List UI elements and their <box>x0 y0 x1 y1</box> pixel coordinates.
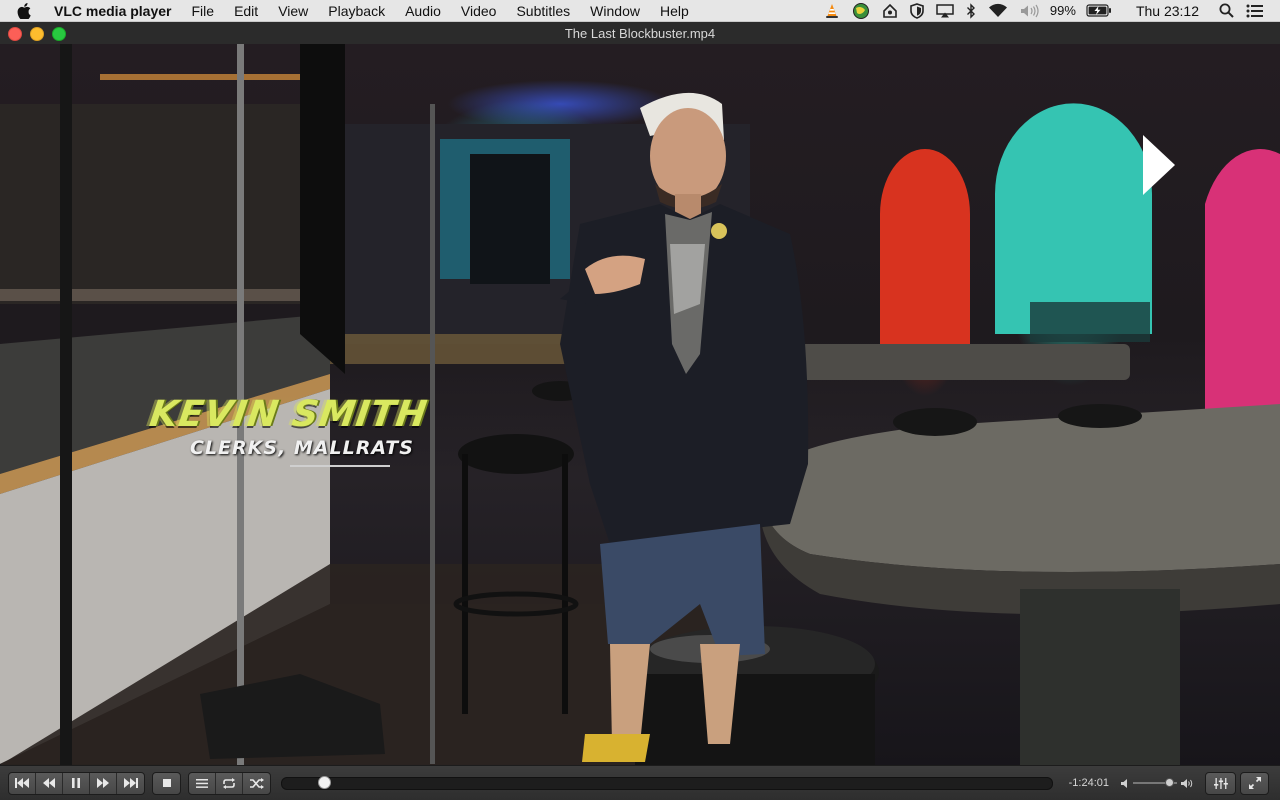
wifi-icon[interactable] <box>988 0 1008 22</box>
menu-playback[interactable]: Playback <box>318 0 395 22</box>
previous-icon <box>15 778 29 788</box>
menu-subtitles[interactable]: Subtitles <box>506 0 580 22</box>
battery-percent: 99% <box>1049 3 1076 18</box>
airplay-icon[interactable] <box>936 0 954 22</box>
menu-help[interactable]: Help <box>650 0 699 22</box>
equalizer-group <box>1205 771 1236 795</box>
volume-icon[interactable] <box>1020 0 1040 22</box>
menu-audio[interactable]: Audio <box>395 0 451 22</box>
lower-third-name: KEVIN SMITH <box>147 394 431 435</box>
menu-bar: VLC media player File Edit View Playback… <box>0 0 1280 22</box>
window-controls <box>8 27 74 41</box>
playback-controller: -1:24:01 <box>0 765 1280 800</box>
playlist-mode-buttons <box>188 771 271 795</box>
menubar-clock[interactable]: Thu 23:12 <box>1136 3 1199 19</box>
fullscreen-button[interactable] <box>1241 773 1268 794</box>
menu-edit[interactable]: Edit <box>224 0 268 22</box>
lower-third-credits: CLERKS, MALLRATS <box>190 437 414 459</box>
previous-button[interactable] <box>9 772 36 794</box>
notification-center-icon[interactable] <box>1246 0 1264 22</box>
stop-icon <box>162 779 171 787</box>
house-app-icon[interactable] <box>882 0 898 22</box>
pause-icon <box>72 778 80 788</box>
video-surface[interactable]: KEVIN SMITH CLERKS, MALLRATS <box>0 44 1280 765</box>
rewind-button[interactable] <box>36 772 63 794</box>
volume-up-icon[interactable] <box>1181 778 1193 788</box>
shuffle-icon <box>249 777 264 789</box>
play-triangle-icon <box>1143 135 1175 195</box>
playlist-icon <box>196 778 208 788</box>
menu-file[interactable]: File <box>182 0 225 22</box>
spotlight-search-icon[interactable] <box>1219 0 1234 22</box>
seek-knob[interactable] <box>318 775 331 789</box>
stop-button[interactable] <box>153 773 180 794</box>
menu-view[interactable]: View <box>268 0 318 22</box>
close-window-button[interactable] <box>8 27 22 41</box>
playlist-button[interactable] <box>189 772 216 794</box>
menu-video[interactable]: Video <box>451 0 507 22</box>
next-icon <box>123 778 138 788</box>
remaining-time[interactable]: -1:24:01 <box>1067 777 1109 789</box>
minimize-window-button[interactable] <box>30 27 44 41</box>
volume-knob[interactable] <box>1165 778 1174 787</box>
menu-window[interactable]: Window <box>580 0 650 22</box>
seek-timeline[interactable] <box>281 775 1053 790</box>
vlc-cone-icon[interactable] <box>824 0 840 22</box>
fast-forward-icon <box>97 778 109 788</box>
equalizer-button[interactable] <box>1206 773 1235 794</box>
window-title: The Last Blockbuster.mp4 <box>564 25 716 41</box>
volume-slider[interactable] <box>1133 778 1177 787</box>
status-area: 99% Thu 23:12 <box>818 0 1280 22</box>
repeat-button[interactable] <box>216 772 243 794</box>
shuffle-button[interactable] <box>243 773 270 794</box>
apple-menu-icon[interactable] <box>17 2 37 19</box>
next-button[interactable] <box>117 773 144 794</box>
fullscreen-group <box>1240 771 1269 795</box>
fast-forward-button[interactable] <box>90 772 117 794</box>
globe-app-icon[interactable] <box>852 0 870 22</box>
pause-button[interactable] <box>63 772 90 794</box>
battery-charging-icon[interactable] <box>1086 0 1112 22</box>
volume-down-icon[interactable] <box>1121 778 1129 788</box>
menu-app-name[interactable]: VLC media player <box>54 0 182 22</box>
lower-third-rule <box>290 465 390 467</box>
fullscreen-icon <box>1248 777 1261 789</box>
rewind-icon <box>43 778 55 788</box>
stop-group <box>152 771 181 795</box>
window-title-bar[interactable]: The Last Blockbuster.mp4 <box>0 22 1280 45</box>
repeat-icon <box>223 777 235 789</box>
equalizer-icon <box>1213 777 1228 789</box>
transport-buttons <box>8 771 145 795</box>
volume-control <box>1121 778 1193 788</box>
bluetooth-icon[interactable] <box>966 0 976 22</box>
zoom-window-button[interactable] <box>52 27 66 41</box>
shield-icon[interactable] <box>910 0 924 22</box>
lower-third-caption: KEVIN SMITH CLERKS, MALLRATS <box>147 394 470 467</box>
